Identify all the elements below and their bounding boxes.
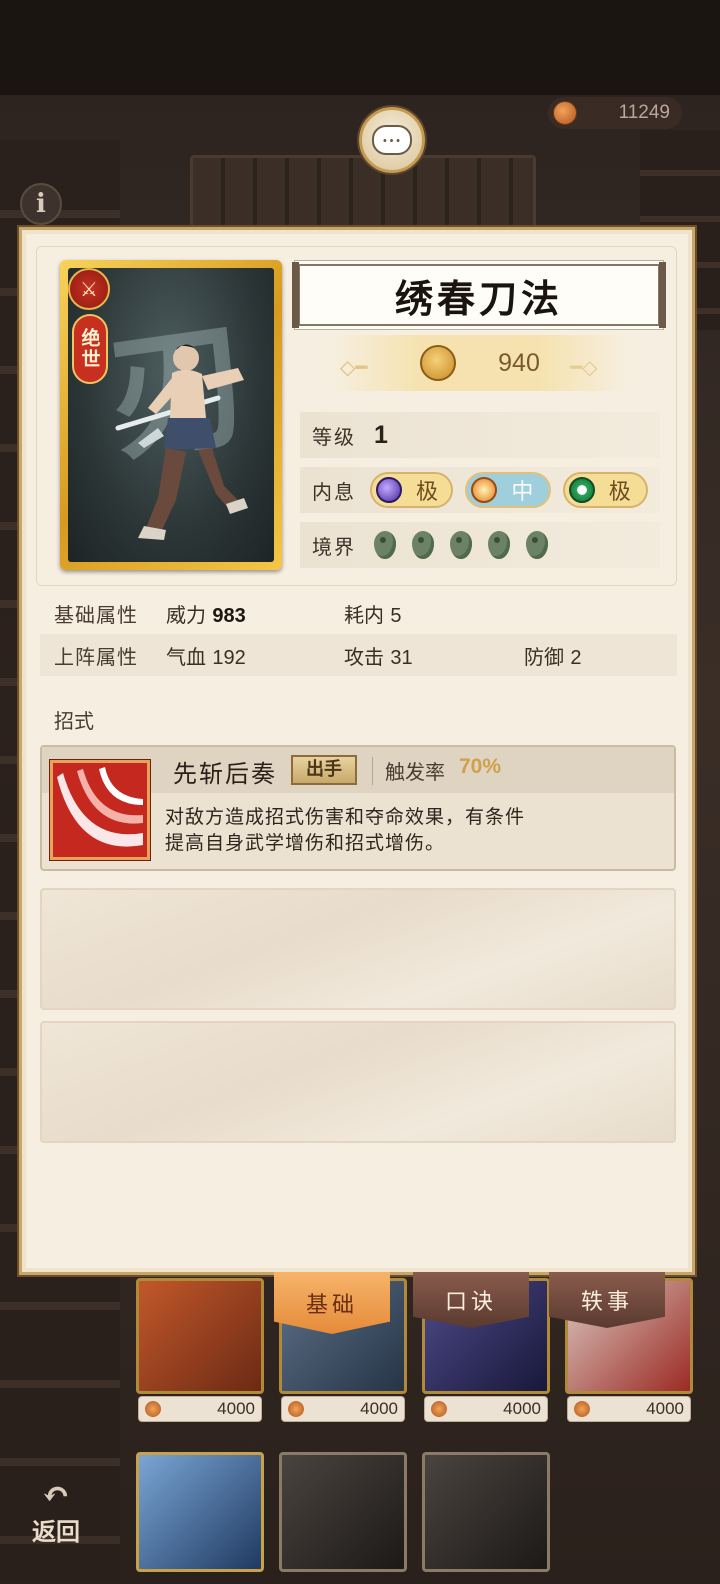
moves-section-label: 招式 <box>54 709 94 733</box>
empty-move-slot <box>40 888 676 1010</box>
coin-icon <box>288 1401 304 1417</box>
neixi-pill-purple[interactable]: 极 <box>369 472 454 508</box>
tab-anecdote[interactable]: 轶事 <box>549 1272 665 1328</box>
stat-hp: 气血 192 <box>166 644 246 669</box>
skill-name: 先斩后奏 <box>173 760 277 788</box>
realm-drop-icon <box>450 531 472 559</box>
base-stats-row: 基础属性 威力 983 耗内 5 <box>40 592 677 634</box>
chat-button[interactable]: ··· <box>359 107 425 173</box>
info-button[interactable]: i <box>20 183 62 225</box>
price-tag: 4000 <box>424 1396 548 1422</box>
skill-title-plate: 绣春刀法 <box>292 262 666 328</box>
skill-grid-card[interactable] <box>136 1278 264 1394</box>
skill-type-tag: 出手 <box>291 755 357 785</box>
slash-skill-icon <box>50 760 150 860</box>
level-value: 1 <box>374 420 388 449</box>
price-tag: 4000 <box>138 1396 262 1422</box>
skill-grid-card-locked[interactable] <box>279 1452 407 1572</box>
realm-drop-icon <box>488 531 510 559</box>
neixi-grade: 中 <box>511 480 534 505</box>
coin-icon <box>145 1401 161 1417</box>
skill-description-line: 对敌方造成招式伤害和夺命效果，有条件 <box>165 806 526 828</box>
neixi-label: 内息 <box>312 479 356 504</box>
currency-value: 11249 <box>618 102 670 123</box>
skill-divider <box>372 757 373 785</box>
card-sword-emblem-icon: ⚔ <box>68 268 110 310</box>
power-icon <box>420 345 457 381</box>
neixi-pill-sun[interactable]: 中 <box>465 472 551 508</box>
swordsman-figure <box>115 344 248 540</box>
base-stats-label: 基础属性 <box>54 602 138 627</box>
stat-cost: 耗内 5 <box>344 602 402 627</box>
power-display: 940 <box>330 335 630 391</box>
back-arrow-icon: ↶ <box>41 1475 71 1515</box>
card-rank-badge: 绝世 <box>72 314 108 384</box>
tab-basic[interactable]: 基础 <box>274 1272 390 1334</box>
price-tag: 4000 <box>281 1396 405 1422</box>
realm-label: 境界 <box>312 534 356 559</box>
currency-display: 11249 <box>548 97 682 129</box>
level-row: 等级 1 <box>300 412 660 458</box>
neixi-pill-green[interactable]: 极 <box>562 472 648 508</box>
coin-icon <box>431 1401 447 1417</box>
realm-drop-icon <box>374 531 396 559</box>
skill-description: 对敌方造成招式伤害和夺命效果，有条件 提高自身武学增伤和招式增伤。 <box>165 804 645 856</box>
realm-drop-icon <box>412 531 434 559</box>
stat-defense: 防御 2 <box>524 644 582 669</box>
level-label: 等级 <box>312 424 356 449</box>
price-tag: 4000 <box>567 1396 691 1422</box>
skill-title: 绣春刀法 <box>394 275 563 321</box>
neixi-grade: 极 <box>608 480 631 505</box>
jade-icon <box>568 477 595 503</box>
skill-card-art: 刃 <box>68 268 274 562</box>
power-value: 940 <box>498 348 540 377</box>
realm-drop-icon <box>526 531 548 559</box>
skill-grid-card-locked[interactable] <box>422 1452 550 1572</box>
battle-stats-label: 上阵属性 <box>54 644 138 669</box>
trigger-rate-label: 触发率 <box>385 760 445 784</box>
back-label: 返回 <box>32 1517 80 1546</box>
realm-row: 境界 <box>300 522 660 568</box>
coin-icon <box>574 1401 590 1417</box>
trigger-rate-value: 70% <box>459 755 502 778</box>
stat-power: 威力 983 <box>166 602 246 627</box>
stat-attack: 攻击 31 <box>344 644 413 669</box>
chat-bubble-icon: ··· <box>372 125 412 155</box>
back-button[interactable]: ↶ 返回 <box>22 1478 90 1548</box>
sun-icon <box>471 477 498 503</box>
coin-icon <box>553 101 577 125</box>
neixi-row: 内息 极 中 极 <box>300 467 660 513</box>
skill-description-line: 提高自身武学增伤和招式增伤。 <box>165 832 446 854</box>
battle-stats-row: 上阵属性 气血 192 攻击 31 防御 2 <box>40 634 677 676</box>
skill-grid-card[interactable] <box>136 1452 264 1572</box>
empty-move-slot <box>40 1021 676 1143</box>
moon-icon <box>375 477 402 503</box>
tab-formula[interactable]: 口诀 <box>413 1272 529 1328</box>
neixi-grade: 极 <box>415 480 438 505</box>
